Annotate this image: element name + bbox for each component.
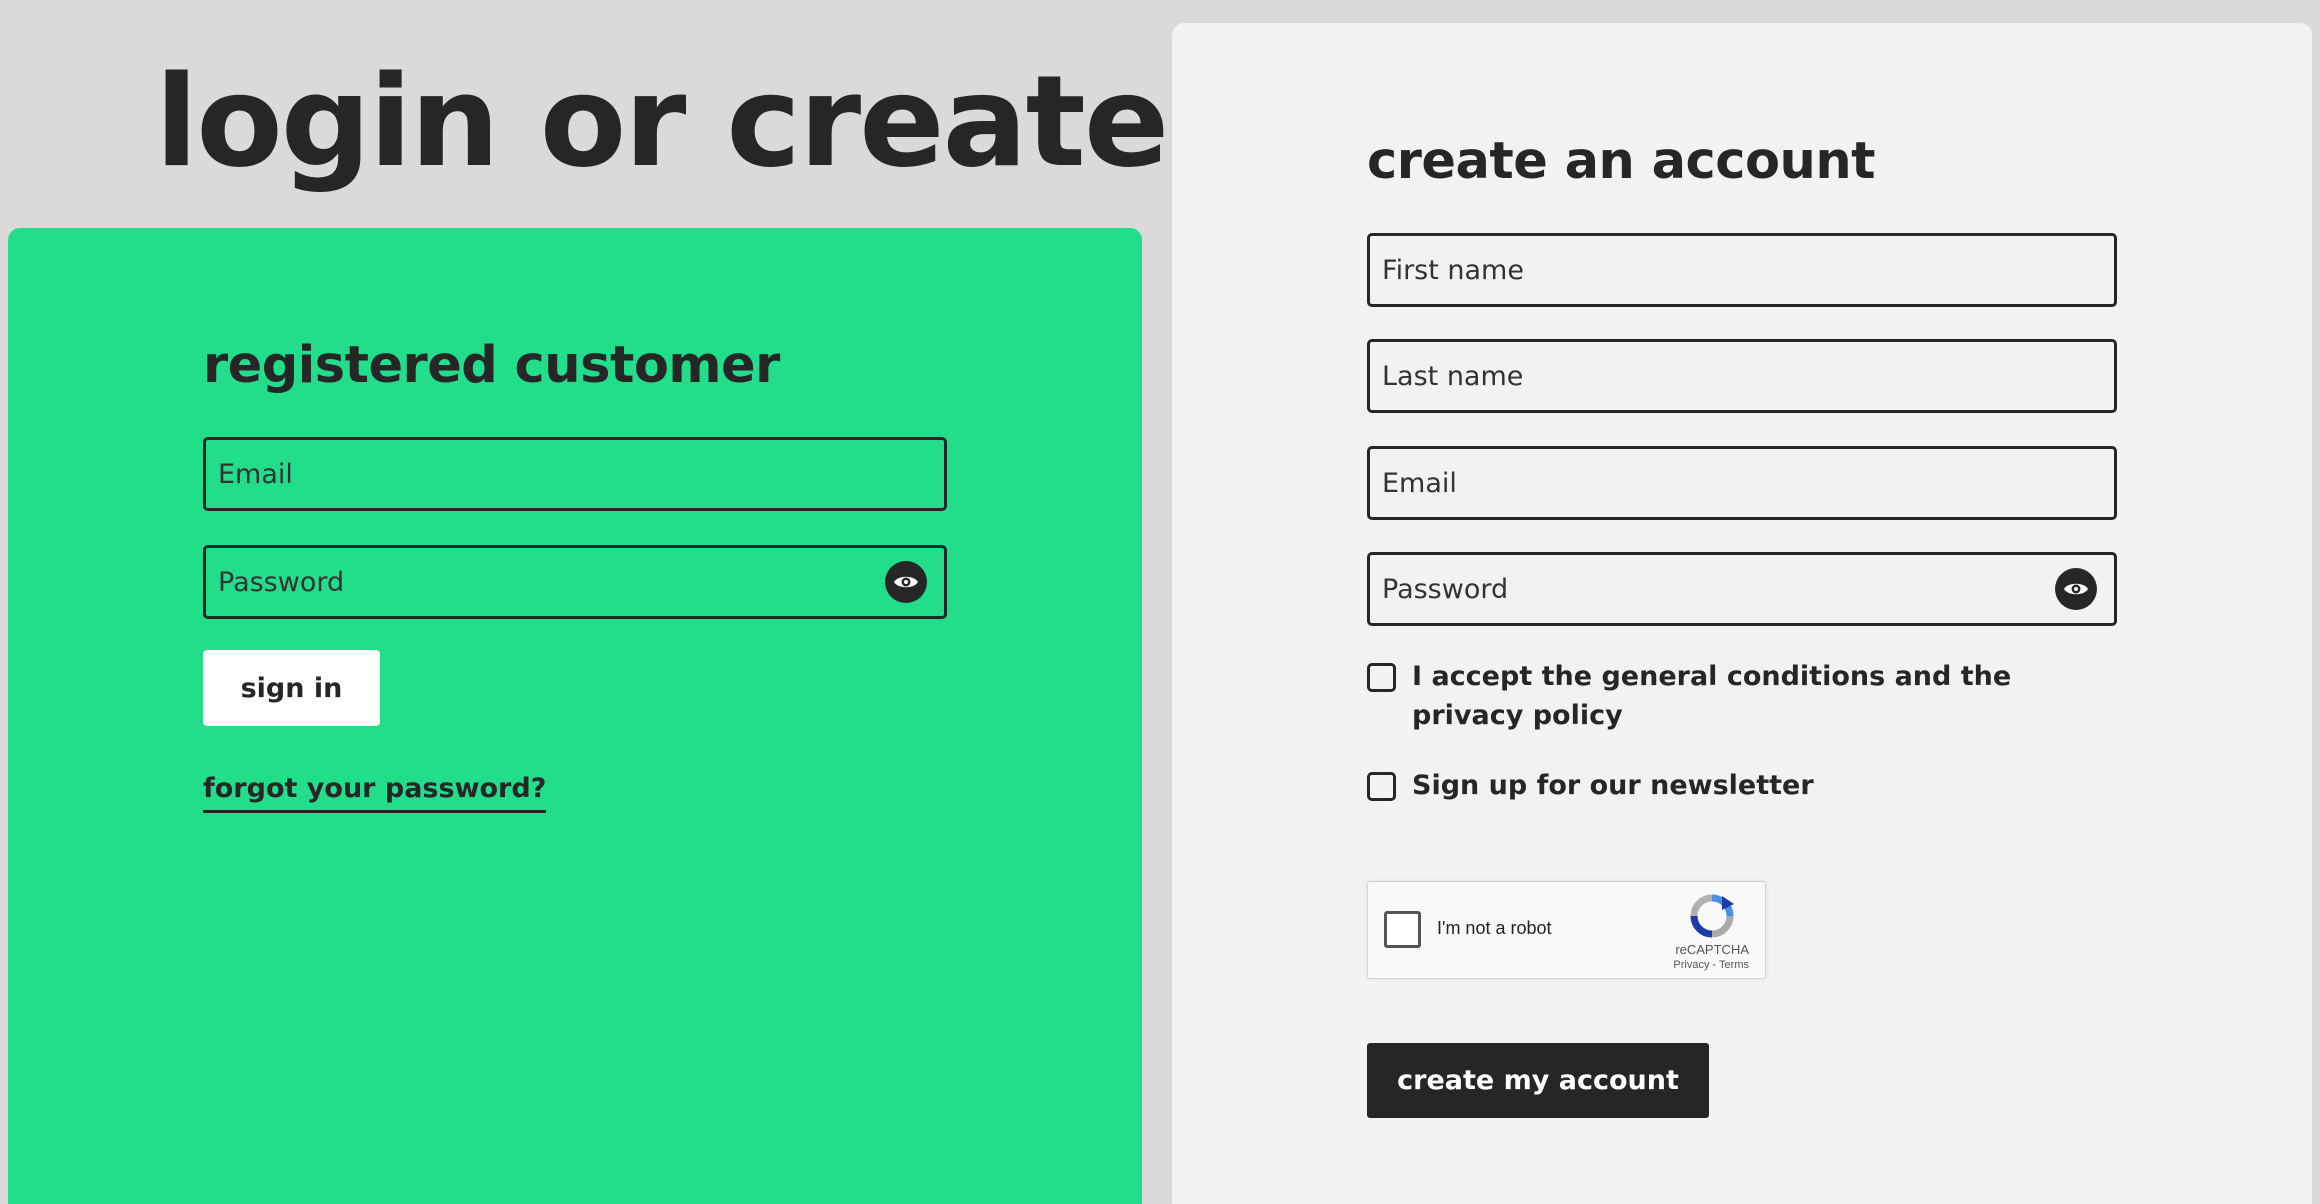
register-email-input[interactable]: [1370, 449, 2114, 517]
first-name-field[interactable]: [1367, 233, 2117, 307]
recaptcha-label: I'm not a robot: [1437, 918, 1552, 938]
login-password-input[interactable]: [206, 548, 885, 616]
first-name-input[interactable]: [1370, 236, 2114, 304]
register-password-input[interactable]: [1370, 555, 2055, 623]
page: login or create registered customer sign…: [0, 0, 2320, 1204]
recaptcha-brand: reCAPTCHA: [1675, 942, 1749, 957]
page-title: login or create: [155, 48, 1169, 195]
last-name-input[interactable]: [1370, 342, 2114, 410]
create-account-heading: create an account: [1367, 132, 1876, 191]
terms-checkbox-row[interactable]: I accept the general conditions and the …: [1367, 657, 2062, 735]
create-account-button[interactable]: create my account: [1367, 1043, 1709, 1118]
recaptcha-logo-icon: [1688, 894, 1736, 942]
login-email-input[interactable]: [206, 440, 944, 508]
terms-checkbox[interactable]: [1367, 663, 1396, 692]
eye-icon[interactable]: [885, 561, 927, 603]
recaptcha-links[interactable]: Privacy - Terms: [1673, 959, 1749, 971]
terms-label: I accept the general conditions and the …: [1412, 661, 2012, 731]
newsletter-checkbox-row[interactable]: Sign up for our newsletter: [1367, 766, 2062, 805]
register-password-field[interactable]: [1367, 552, 2117, 626]
recaptcha-checkbox[interactable]: [1384, 911, 1421, 948]
login-heading: registered customer: [203, 336, 780, 395]
eye-icon[interactable]: [2055, 568, 2097, 610]
forgot-password-link[interactable]: forgot your password?: [203, 773, 547, 813]
login-email-field[interactable]: [203, 437, 947, 511]
newsletter-label: Sign up for our newsletter: [1412, 770, 1814, 801]
last-name-field[interactable]: [1367, 339, 2117, 413]
newsletter-checkbox[interactable]: [1367, 772, 1396, 801]
register-email-field[interactable]: [1367, 446, 2117, 520]
login-password-field[interactable]: [203, 545, 947, 619]
recaptcha-widget: I'm not a robot reCAPTCHA Privacy - Term…: [1367, 881, 1766, 979]
signin-button[interactable]: sign in: [203, 650, 380, 726]
